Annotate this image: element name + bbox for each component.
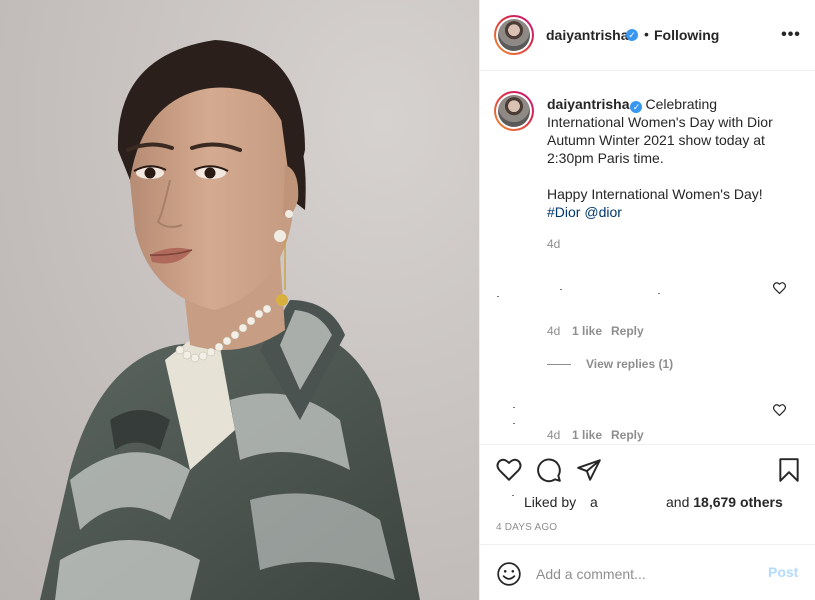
post-comment-button[interactable]: Post (768, 564, 798, 580)
heart-outline-icon[interactable] (773, 282, 786, 294)
view-replies-button[interactable]: View replies (1) (586, 357, 673, 371)
likes-count[interactable]: 18,679 others (693, 494, 783, 510)
caption-author-avatar[interactable] (494, 91, 534, 131)
post-header: daiyantrisha ✓ • Following ••• (480, 0, 815, 71)
author-avatar[interactable] (494, 15, 534, 55)
post-side-panel: daiyantrisha ✓ • Following ••• daiyantri… (479, 0, 815, 600)
paper-plane-icon[interactable] (576, 457, 602, 483)
portrait-illustration (40, 40, 420, 600)
hashtag-link[interactable]: #Dior (547, 204, 580, 220)
comment-reply-button[interactable]: Reply (611, 324, 644, 338)
redacted-avatar-speck (512, 495, 514, 496)
comment-like-count[interactable]: 1 like (572, 428, 602, 442)
post-timestamp[interactable]: 4 DAYS AGO (496, 522, 557, 533)
verified-badge-icon: ✓ (626, 29, 638, 41)
caption-timestamp[interactable]: 4d (547, 237, 560, 251)
post-actions: Liked by a and 18,679 others 4 DAYS AGO (480, 444, 815, 544)
caption-line: Celebrating (645, 96, 718, 112)
verified-badge-icon: ✓ (630, 101, 643, 113)
liked-by-label: Liked by (524, 494, 577, 510)
mention-link[interactable]: @dior (584, 204, 622, 220)
comment-timestamp[interactable]: 4d (547, 324, 560, 338)
caption-line: International Women's Day with Dior (547, 114, 773, 130)
following-button[interactable]: Following (654, 27, 719, 43)
caption-greeting: Happy International Women's Day! (547, 186, 763, 202)
post-caption: daiyantrisha ✓ Celebrating International W… (547, 95, 797, 221)
comment-input[interactable] (536, 563, 756, 585)
comment-like-count[interactable]: 1 like (572, 324, 602, 338)
caption-line: 2:30pm Paris time. (547, 150, 664, 166)
comment-redacted-text (497, 296, 499, 297)
comment-bubble-icon[interactable] (536, 457, 562, 483)
add-comment-bar: Post (480, 544, 815, 600)
heart-outline-icon[interactable] (773, 404, 786, 416)
caption-line: Autumn Winter 2021 show today at (547, 132, 765, 148)
comment-redacted-text (513, 407, 515, 408)
comment-redacted-text (560, 289, 562, 290)
comment-redacted-text (513, 423, 515, 424)
bookmark-icon[interactable] (776, 457, 802, 483)
view-replies-divider (547, 364, 571, 365)
post-photo[interactable] (0, 0, 479, 600)
follow-separator: • (644, 26, 649, 42)
comment-reply-button[interactable]: Reply (611, 428, 644, 442)
heart-outline-icon[interactable] (496, 457, 522, 483)
likes-connector: and (666, 494, 690, 510)
comment-redacted-text (658, 293, 660, 294)
liked-by-user[interactable]: a (590, 494, 598, 510)
comment-timestamp[interactable]: 4d (547, 428, 560, 442)
more-horizontal-icon[interactable]: ••• (780, 26, 802, 46)
caption-username[interactable]: daiyantrisha (547, 96, 629, 112)
smiley-face-icon[interactable] (496, 561, 522, 587)
author-username[interactable]: daiyantrisha (546, 27, 628, 43)
